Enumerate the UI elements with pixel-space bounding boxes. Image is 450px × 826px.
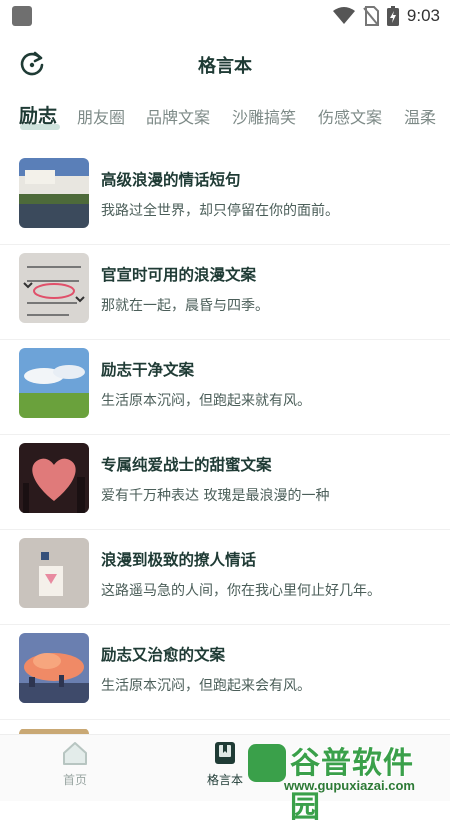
tab-sad[interactable]: 伤感文案 — [318, 104, 382, 128]
item-title: 浪漫到极致的撩人情话 — [101, 551, 257, 569]
nav-home-label: 首页 — [62, 773, 87, 787]
thumbnail-sunset-clouds — [19, 633, 89, 703]
item-title: 励志干净文案 — [101, 361, 195, 379]
tab-gentle[interactable]: 温柔 — [404, 104, 436, 128]
quote-list: 高级浪漫的情话短句 我路过全世界，却只停留在你的面前。 官宣时可用的浪漫文案 那… — [0, 150, 450, 750]
nav-home[interactable]: 首页 — [35, 741, 115, 788]
clock: 9:03 — [406, 6, 440, 25]
tab-moments[interactable]: 朋友圈 — [77, 104, 125, 128]
thumbnail-heart-sky — [19, 443, 89, 513]
no-sim-icon — [363, 6, 379, 26]
item-subtitle: 那就在一起，晨昏与四季。 — [101, 298, 269, 314]
tab-brand-copy[interactable]: 品牌文案 — [146, 104, 210, 128]
site-watermark: 谷普软件园 www.gupuxiazai.com — [244, 738, 444, 825]
watermark-url: www.gupuxiazai.com — [284, 778, 415, 793]
watermark-logo-icon — [248, 744, 286, 782]
status-bar: 9:03 — [0, 0, 450, 32]
list-item[interactable]: 专属纯爱战士的甜蜜文案 爱有千万种表达 玫瑰是最浪漫的一种 — [0, 435, 450, 530]
home-icon — [63, 742, 87, 765]
thumbnail-wall-card — [19, 538, 89, 608]
thumbnail-street — [19, 158, 89, 228]
tab-funny[interactable]: 沙雕搞笑 — [232, 104, 296, 128]
list-item[interactable]: 浪漫到极致的撩人情话 这路遥马急的人间，你在我心里何止好几年。 — [0, 530, 450, 625]
item-subtitle: 我路过全世界，却只停留在你的面前。 — [101, 203, 339, 219]
page-title: 格言本 — [198, 56, 252, 77]
item-subtitle: 这路遥马急的人间，你在我心里何止好几年。 — [101, 583, 381, 599]
list-item[interactable]: 官宣时可用的浪漫文案 那就在一起，晨昏与四季。 — [0, 245, 450, 340]
category-tabs: 励志 朋友圈 品牌文案 沙雕搞笑 伤感文案 温柔 — [0, 98, 450, 132]
item-subtitle: 生活原本沉闷，但跑起来就有风。 — [101, 393, 311, 409]
notification-icon — [12, 6, 32, 26]
list-item[interactable]: 励志干净文案 生活原本沉闷，但跑起来就有风。 — [0, 340, 450, 435]
thumbnail-handwriting — [19, 253, 89, 323]
battery-icon — [386, 6, 399, 26]
list-item[interactable]: 高级浪漫的情话短句 我路过全世界，却只停留在你的面前。 — [0, 150, 450, 245]
item-title: 专属纯爱战士的甜蜜文案 — [101, 456, 272, 474]
list-item[interactable]: 励志又治愈的文案 生活原本沉闷，但跑起来会有风。 — [0, 625, 450, 720]
book-icon — [215, 742, 235, 764]
item-title: 励志又治愈的文案 — [101, 646, 226, 664]
item-title: 官宣时可用的浪漫文案 — [101, 266, 257, 284]
item-subtitle: 爱有千万种表达 玫瑰是最浪漫的一种 — [101, 488, 330, 504]
item-title: 高级浪漫的情话短句 — [101, 171, 241, 189]
app-header: 格言本 — [0, 40, 450, 90]
tab-motivation[interactable]: 励志 — [19, 101, 57, 128]
thumbnail-meadow — [19, 348, 89, 418]
item-subtitle: 生活原本沉闷，但跑起来会有风。 — [101, 678, 311, 694]
wifi-icon — [332, 7, 355, 24]
